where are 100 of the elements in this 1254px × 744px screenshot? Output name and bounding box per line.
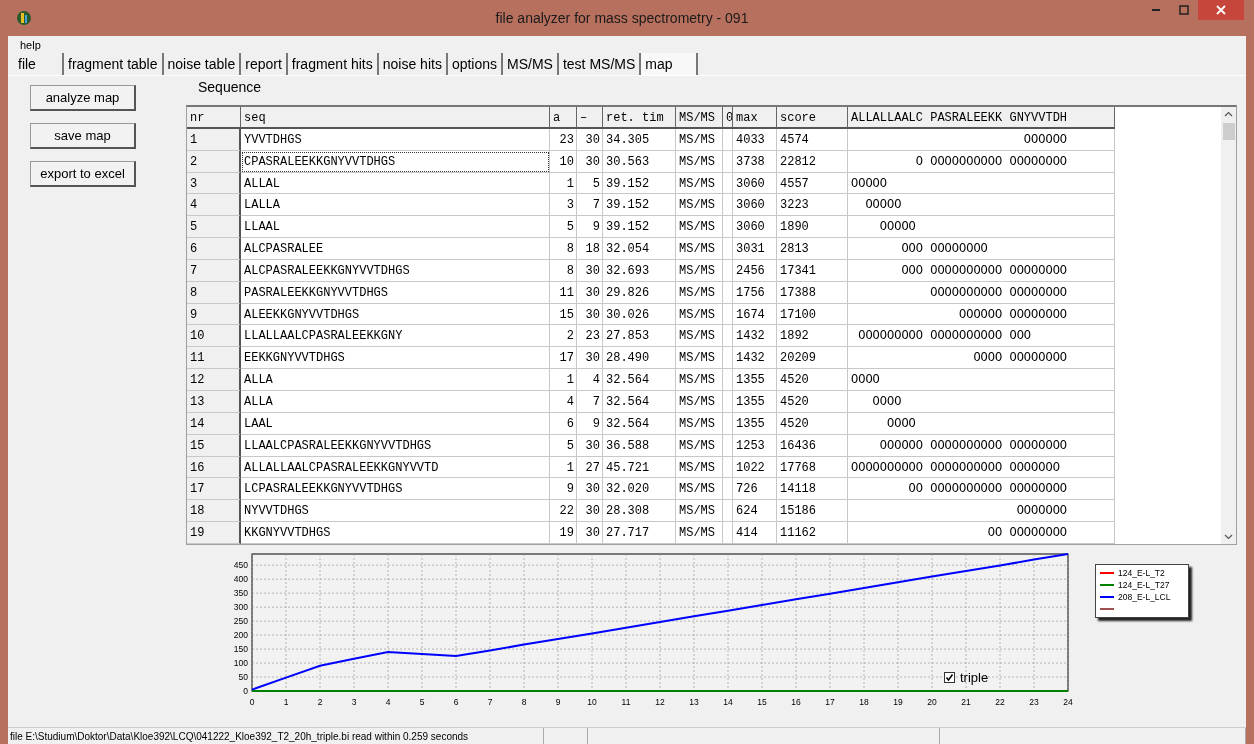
table-cell: MS/MS: [676, 434, 723, 457]
legend-label: 124_E-L_T27: [1118, 580, 1170, 591]
table-cell: [723, 150, 733, 173]
table-cell: LAAL: [241, 412, 550, 435]
table-cell: MS/MS: [676, 150, 723, 173]
table-cell: 11162: [777, 522, 848, 544]
table-cell: 1890: [777, 216, 848, 239]
x-tick-label: 19: [893, 697, 903, 707]
table-cell: 4520: [777, 390, 848, 413]
table-cell: KKGNYVVTDHGS: [241, 522, 550, 544]
column-header[interactable]: nr: [187, 107, 241, 129]
table-cell: PASRALEEKKGNYVVTDHGS: [241, 281, 550, 304]
table-cell: OOOOOOOOOO OOOOOOOO: [848, 281, 1115, 304]
table-cell: 10: [550, 150, 577, 173]
table-cell: CPASRALEEKKGNYVVTDHGS: [241, 150, 550, 173]
table-cell: MS/MS: [676, 412, 723, 435]
table-cell: 39.152: [603, 194, 676, 217]
status-text: file E:\Studium\Doktor\Data\Kloe392\LCQ\041222_Kloe392_T2_20h_triple.bi read within 0.259 seconds: [8, 728, 544, 744]
x-tick-label: 16: [791, 697, 801, 707]
x-tick-label: 23: [1029, 697, 1039, 707]
table-cell: 1355: [733, 369, 777, 391]
y-tick-label: 350: [233, 588, 248, 599]
table-cell: [723, 456, 733, 479]
table-cell: 30.563: [603, 150, 676, 173]
row-number: 4: [187, 194, 241, 217]
table-cell: ALCPASRALEEKKGNYVVTDHGS: [241, 259, 550, 282]
row-number: 11: [187, 347, 241, 370]
scrollbar-thumb[interactable]: [1222, 123, 1235, 140]
row-number: 9: [187, 303, 241, 326]
maximize-icon: [1179, 5, 1189, 15]
row-number: 3: [187, 172, 241, 195]
action-button[interactable]: save map: [30, 123, 136, 149]
column-header[interactable]: score: [777, 107, 848, 129]
column-header[interactable]: MS/MS: [676, 107, 723, 129]
table-cell: 16436: [777, 434, 848, 457]
table-cell: 726: [733, 478, 777, 501]
scroll-up-icon[interactable]: [1224, 111, 1234, 117]
table-cell: [723, 303, 733, 326]
column-header[interactable]: a: [550, 107, 577, 129]
column-header[interactable]: ret. tim: [603, 107, 676, 129]
row-number: 15: [187, 434, 241, 457]
column-header[interactable]: ALLALLAALC PASRALEEKK GNYVVTDH: [848, 107, 1115, 129]
row-number: 19: [187, 522, 241, 544]
table-cell: 1674: [733, 303, 777, 326]
table-cell: OOOOO: [848, 216, 1115, 239]
table-cell: 30: [577, 434, 603, 457]
table-cell: MS/MS: [676, 303, 723, 326]
column-header[interactable]: –: [577, 107, 603, 129]
y-tick-label: 200: [233, 630, 248, 641]
table-cell: MS/MS: [676, 172, 723, 195]
table-cell: 3031: [733, 238, 777, 260]
table-cell: 30: [577, 150, 603, 173]
table-cell: 17: [550, 347, 577, 370]
x-tick-label: 9: [555, 697, 561, 707]
table-cell: [723, 238, 733, 260]
table-cell: 30: [577, 281, 603, 304]
column-header[interactable]: seq: [241, 107, 550, 129]
x-tick-label: 2: [317, 697, 323, 707]
table-cell: 32.054: [603, 238, 676, 260]
table-cell: 17388: [777, 281, 848, 304]
table-cell: MS/MS: [676, 325, 723, 348]
table-cell: OOOO: [848, 390, 1115, 413]
table-cell: [723, 347, 733, 370]
action-button[interactable]: export to excel: [30, 161, 136, 187]
table-cell: MS/MS: [676, 369, 723, 391]
table-cell: OOOOOOOOOO OOOOOOOOOO OOOOOOO: [848, 456, 1115, 479]
triple-checkbox[interactable]: triple: [944, 670, 989, 685]
table-cell: MS/MS: [676, 478, 723, 501]
table-cell: MS/MS: [676, 128, 723, 151]
table-cell: [723, 128, 733, 151]
table-cell: [723, 478, 733, 501]
tab[interactable]: map: [641, 53, 699, 75]
y-tick-label: 250: [233, 616, 248, 627]
table-cell: ALEEKKGNYVVTDHGS: [241, 303, 550, 326]
table-cell: [723, 281, 733, 304]
table-cell: 30: [577, 128, 603, 151]
table-cell: 4520: [777, 369, 848, 391]
row-number: 1: [187, 128, 241, 151]
table-cell: MS/MS: [676, 522, 723, 544]
column-header[interactable]: max: [733, 107, 777, 129]
table-cell: 1355: [733, 412, 777, 435]
x-tick-label: 13: [689, 697, 699, 707]
table-cell: 45.721: [603, 456, 676, 479]
action-button[interactable]: analyze map: [30, 85, 136, 111]
scroll-down-icon[interactable]: [1224, 534, 1234, 540]
menu-item[interactable]: help: [20, 38, 41, 51]
table-cell: OOOOOOOOO OOOOOOOOOO OOO: [848, 325, 1115, 348]
table-cell: 39.152: [603, 216, 676, 239]
table-cell: [723, 259, 733, 282]
y-tick-label: 150: [233, 644, 248, 655]
table-cell: 30: [577, 347, 603, 370]
close-button[interactable]: [1198, 0, 1244, 20]
table-cell: 28.308: [603, 500, 676, 523]
app-icon: [16, 10, 32, 26]
legend-label: 208_E-L_LCL: [1118, 591, 1171, 602]
table-cell: 22812: [777, 150, 848, 173]
scrollbar[interactable]: [1221, 107, 1236, 544]
table-cell: [723, 500, 733, 523]
table-cell: 23: [550, 128, 577, 151]
table-cell: 3060: [733, 172, 777, 195]
